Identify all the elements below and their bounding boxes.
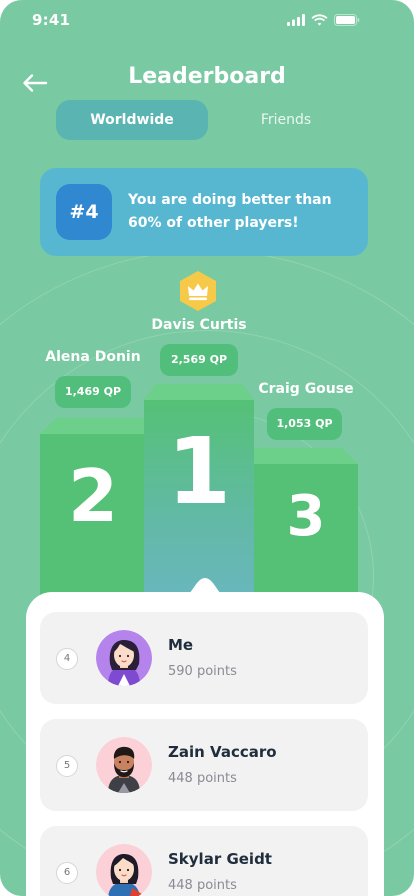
status-bar: 9:41 bbox=[0, 0, 414, 40]
crown-icon bbox=[180, 271, 216, 311]
avatar-woman-purple bbox=[96, 630, 152, 686]
rank-banner: #4 You are doing better than 60% of othe… bbox=[40, 168, 368, 256]
tab-friends[interactable]: Friends bbox=[224, 100, 348, 140]
wifi-icon bbox=[311, 14, 328, 26]
list-points: 448 points bbox=[168, 771, 237, 786]
podium-second-points: 1,469 QP bbox=[55, 376, 131, 408]
rank-message: You are doing better than 60% of other p… bbox=[128, 192, 332, 231]
tab-worldwide[interactable]: Worldwide bbox=[56, 100, 208, 140]
sheet-notch bbox=[179, 578, 231, 600]
list-rank: 5 bbox=[56, 755, 78, 777]
list-item[interactable]: 6 Skylar Geidt 448 points bbox=[40, 826, 368, 896]
avatar-man-beard bbox=[96, 737, 152, 793]
list-name: Me bbox=[168, 636, 194, 654]
podium-second-block: 2 bbox=[40, 418, 146, 618]
list-name: Skylar Geidt bbox=[168, 850, 272, 868]
leaderboard-screen: 9:41 Leaderboard Worldwide Friends #4 Yo… bbox=[0, 0, 414, 896]
podium-first-points: 2,569 QP bbox=[160, 344, 238, 376]
tab-bar: Worldwide Friends bbox=[56, 100, 356, 140]
signal-icon bbox=[287, 14, 305, 26]
podium-second-name: Alena Donin bbox=[45, 349, 141, 365]
page-title: Leaderboard bbox=[128, 64, 286, 89]
list-rank: 4 bbox=[56, 648, 78, 670]
list-points: 590 points bbox=[168, 664, 237, 679]
leaderboard-list[interactable]: 4 Me 590 points 5 Zain Vaccaro 448 point… bbox=[26, 578, 384, 896]
podium-third-points: 1,053 QP bbox=[267, 408, 342, 440]
list-name: Zain Vaccaro bbox=[168, 743, 277, 761]
list-rank: 6 bbox=[56, 862, 78, 884]
list-item[interactable]: 5 Zain Vaccaro 448 points bbox=[40, 719, 368, 811]
podium-third-name: Craig Gouse bbox=[258, 381, 354, 397]
status-icons bbox=[287, 14, 360, 26]
list-item[interactable]: 4 Me 590 points bbox=[40, 612, 368, 704]
battery-icon bbox=[334, 14, 360, 26]
rank-badge: #4 bbox=[56, 184, 112, 240]
list-points: 448 points bbox=[168, 878, 237, 893]
podium-first-name: Davis Curtis bbox=[151, 317, 247, 333]
podium-second-place: 2 bbox=[40, 434, 146, 618]
avatar-woman-pink bbox=[96, 844, 152, 896]
status-time: 9:41 bbox=[32, 11, 71, 29]
